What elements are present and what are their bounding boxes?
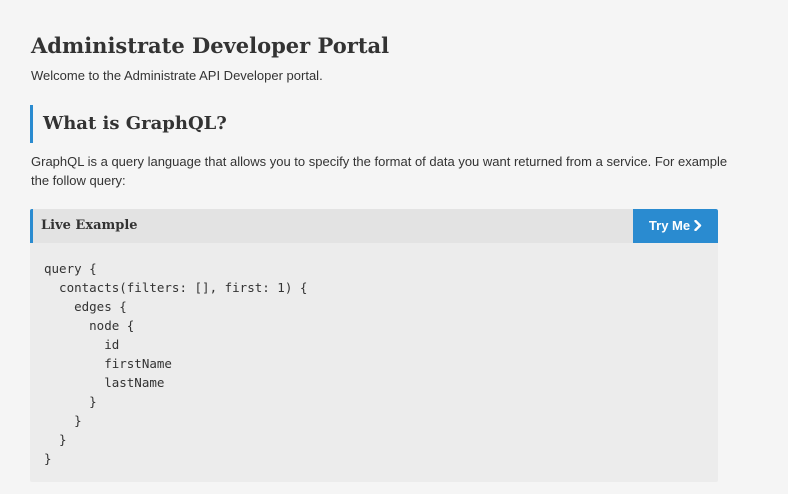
code-line: id <box>44 337 120 352</box>
code-line: } <box>44 413 82 428</box>
live-example-header: Live Example Try Me <box>30 209 718 243</box>
code-line: contacts(filters: [], first: 1) { <box>44 280 308 295</box>
code-line: } <box>44 451 52 466</box>
section-description: GraphQL is a query language that allows … <box>31 154 728 188</box>
chevron-right-icon <box>694 210 702 244</box>
code-line: query { <box>44 261 97 276</box>
try-me-label: Try Me <box>648 218 691 233</box>
code-line: node { <box>44 318 135 333</box>
page: Administrate Developer Portal Welcome to… <box>0 0 788 494</box>
code-line: } <box>44 394 97 409</box>
code-line: firstName <box>44 356 172 371</box>
code-block: query { contacts(filters: [], first: 1) … <box>44 259 307 468</box>
section-heading: What is GraphQL? <box>30 105 227 143</box>
code-line: lastName <box>44 375 165 390</box>
code-line: edges { <box>44 299 127 314</box>
code-line: } <box>44 432 67 447</box>
live-example-title: Live Example <box>41 218 138 233</box>
intro-text: Welcome to the Administrate API Develope… <box>31 68 323 83</box>
page-title: Administrate Developer Portal <box>31 33 390 58</box>
try-me-button[interactable]: Try Me <box>633 209 718 243</box>
live-example-panel: Live Example Try Me query { contacts(fil… <box>30 209 718 482</box>
